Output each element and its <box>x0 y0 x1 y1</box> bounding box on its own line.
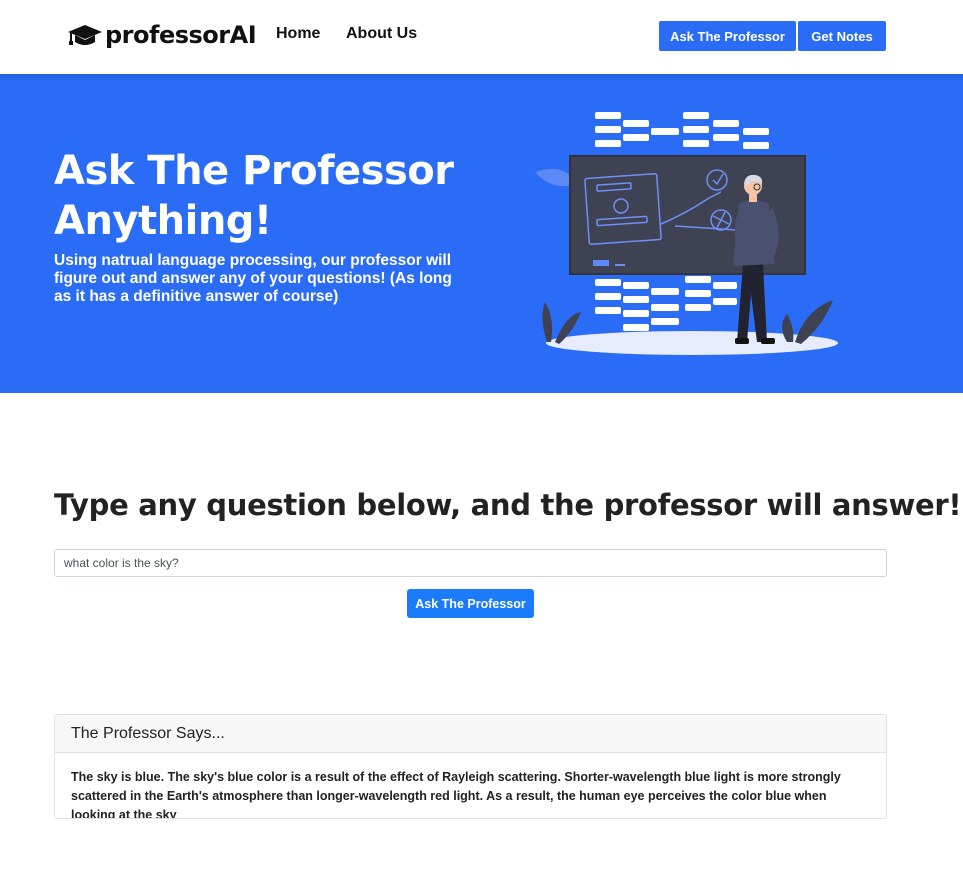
navbar: professorAI Home About Us Ask The Profes… <box>0 0 963 74</box>
nav-get-notes-button[interactable]: Get Notes <box>798 21 886 51</box>
answer-card-body: The sky is blue. The sky's blue color is… <box>71 770 841 819</box>
brand-logo[interactable]: professorAI <box>67 18 257 52</box>
hero-banner: Ask The Professor Anything! Using natrua… <box>0 74 963 393</box>
hero-top-shadow <box>0 74 963 82</box>
answer-card-header: The Professor Says... <box>55 715 886 753</box>
nav-link-home[interactable]: Home <box>276 25 320 43</box>
question-heading: Type any question below, and the profess… <box>54 488 962 522</box>
answer-card: The Professor Says... The sky is blue. T… <box>54 714 887 819</box>
graduation-cap-icon <box>68 25 102 45</box>
brand-name: professorAI <box>105 21 257 49</box>
question-input[interactable] <box>54 549 887 577</box>
nav-ask-professor-button[interactable]: Ask The Professor <box>659 21 796 51</box>
professor-chalkboard-illustration <box>535 112 838 355</box>
hero-subtitle: Using natrual language processing, our p… <box>54 252 452 305</box>
nav-link-about-us[interactable]: About Us <box>346 25 417 43</box>
ask-professor-submit-button[interactable]: Ask The Professor <box>407 589 534 618</box>
hero-title: Ask The Professor Anything! <box>54 148 454 244</box>
